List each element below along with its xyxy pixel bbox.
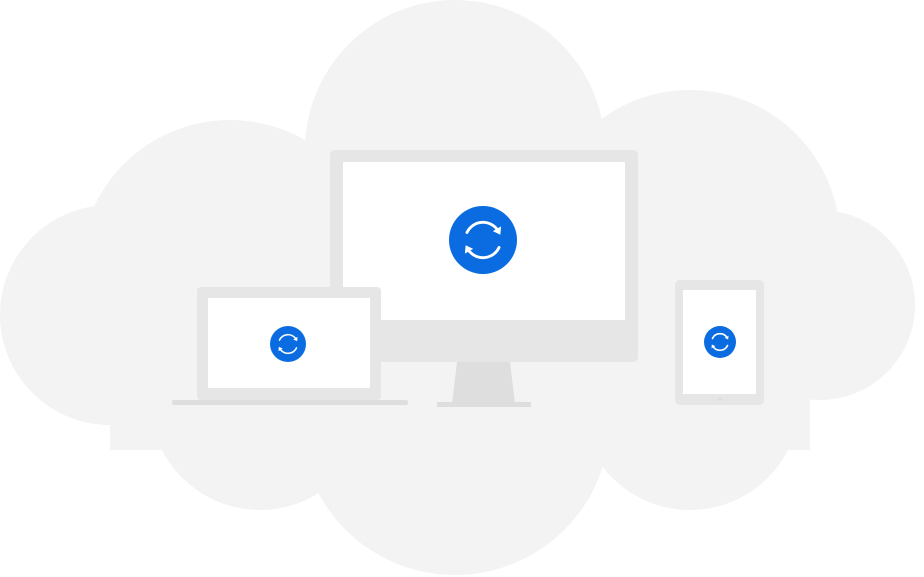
- cloud-sync-illustration: [0, 0, 915, 575]
- tablet: [675, 280, 764, 405]
- laptop: [172, 287, 408, 405]
- sync-arrows-icon: [449, 206, 517, 274]
- sync-arrows-icon: [704, 326, 736, 358]
- sync-arrows-icon: [270, 326, 306, 362]
